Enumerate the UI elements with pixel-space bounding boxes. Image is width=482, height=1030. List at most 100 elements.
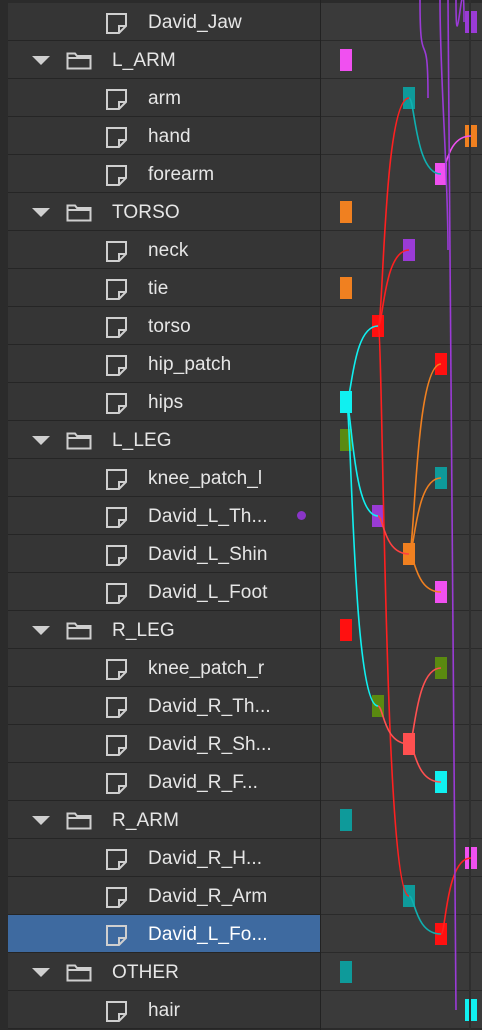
parent-pickwhip-box[interactable]	[435, 771, 447, 793]
layer-row[interactable]: forearm	[0, 155, 482, 193]
parent-pickwhip-box[interactable]	[340, 201, 352, 223]
layer-group-row[interactable]: OTHER	[0, 953, 482, 991]
parent-pickwhip-box[interactable]	[340, 49, 352, 71]
layer-name-cell[interactable]: neck	[8, 231, 320, 269]
layer-row[interactable]: arm	[0, 79, 482, 117]
parent-pickwhip-box[interactable]	[465, 125, 477, 147]
layer-name-cell[interactable]: David_R_Sh...	[8, 725, 320, 763]
layer-row[interactable]: David_R_Arm	[0, 877, 482, 915]
layer-name-cell[interactable]: knee_patch_l	[8, 459, 320, 497]
expand-triangle-icon[interactable]	[32, 968, 50, 977]
parent-pickwhip-box[interactable]	[340, 391, 352, 413]
timeline-cell[interactable]	[321, 915, 482, 953]
layer-name-cell[interactable]: David_R_H...	[8, 839, 320, 877]
layer-row[interactable]: knee_patch_l	[0, 459, 482, 497]
timeline-cell[interactable]	[321, 345, 482, 383]
parent-pickwhip-box[interactable]	[465, 11, 477, 33]
parent-pickwhip-box[interactable]	[435, 581, 447, 603]
expand-triangle-icon[interactable]	[32, 626, 50, 635]
parent-pickwhip-box[interactable]	[403, 239, 415, 261]
layer-name-cell[interactable]: David_R_Th...	[8, 687, 320, 725]
layer-name-cell[interactable]: R_LEG	[8, 611, 320, 649]
timeline-cell[interactable]	[321, 117, 482, 155]
layer-row[interactable]: David_L_Shin	[0, 535, 482, 573]
layer-row[interactable]: David_R_F...	[0, 763, 482, 801]
layer-row[interactable]: knee_patch_r	[0, 649, 482, 687]
timeline-cell[interactable]	[321, 3, 482, 41]
layer-row[interactable]: hips	[0, 383, 482, 421]
expand-triangle-icon[interactable]	[32, 56, 50, 65]
layer-name-cell[interactable]: hand	[8, 117, 320, 155]
timeline-cell[interactable]	[321, 573, 482, 611]
timeline-cell[interactable]	[321, 839, 482, 877]
layer-name-cell[interactable]: L_LEG	[8, 421, 320, 459]
parent-pickwhip-box[interactable]	[403, 733, 415, 755]
parent-pickwhip-box[interactable]	[403, 885, 415, 907]
timeline-cell[interactable]	[321, 459, 482, 497]
layer-name-cell[interactable]: David_L_Th...	[8, 497, 320, 535]
expand-triangle-icon[interactable]	[32, 816, 50, 825]
layer-name-cell[interactable]: tie	[8, 269, 320, 307]
parent-pickwhip-box[interactable]	[435, 467, 447, 489]
timeline-cell[interactable]	[321, 725, 482, 763]
layer-row[interactable]: David_Jaw	[0, 3, 482, 41]
timeline-cell[interactable]	[321, 687, 482, 725]
parent-pickwhip-box[interactable]	[435, 657, 447, 679]
timeline-cell[interactable]	[321, 79, 482, 117]
layer-name-cell[interactable]: TORSO	[8, 193, 320, 231]
timeline-cell[interactable]	[321, 649, 482, 687]
parent-pickwhip-box[interactable]	[403, 543, 415, 565]
layer-name-cell[interactable]: David_R_F...	[8, 763, 320, 801]
parent-pickwhip-box[interactable]	[435, 163, 447, 185]
layer-name-cell[interactable]: forearm	[8, 155, 320, 193]
layer-name-cell[interactable]: David_R_Arm	[8, 877, 320, 915]
timeline-cell[interactable]	[321, 877, 482, 915]
layer-name-cell[interactable]: David_L_Shin	[8, 535, 320, 573]
layer-row[interactable]: hip_patch	[0, 345, 482, 383]
layer-name-cell[interactable]: OTHER	[8, 953, 320, 991]
timeline-cell[interactable]	[321, 307, 482, 345]
layer-group-row[interactable]: TORSO	[0, 193, 482, 231]
expand-triangle-icon[interactable]	[32, 208, 50, 217]
layer-name-cell[interactable]: knee_patch_r	[8, 649, 320, 687]
layer-group-row[interactable]: L_LEG	[0, 421, 482, 459]
parent-pickwhip-box[interactable]	[372, 505, 384, 527]
parent-pickwhip-box[interactable]	[372, 695, 384, 717]
timeline-cell[interactable]	[321, 763, 482, 801]
layer-name-cell[interactable]: torso	[8, 307, 320, 345]
timeline-cell[interactable]	[321, 497, 482, 535]
layer-name-cell[interactable]: arm	[8, 79, 320, 117]
expand-triangle-icon[interactable]	[32, 436, 50, 445]
layer-name-cell[interactable]: L_ARM	[8, 41, 320, 79]
timeline-cell[interactable]	[321, 991, 482, 1029]
layer-group-row[interactable]: R_LEG	[0, 611, 482, 649]
layer-row[interactable]: David_L_Foot	[0, 573, 482, 611]
parent-pickwhip-box[interactable]	[465, 847, 477, 869]
layer-group-row[interactable]: L_ARM	[0, 41, 482, 79]
layer-row[interactable]: hand	[0, 117, 482, 155]
parent-pickwhip-box[interactable]	[465, 999, 477, 1021]
parent-pickwhip-box[interactable]	[340, 429, 352, 451]
layer-name-cell[interactable]: David_L_Fo...	[8, 915, 320, 953]
layer-name-cell[interactable]: hips	[8, 383, 320, 421]
parent-pickwhip-box[interactable]	[340, 277, 352, 299]
timeline-cell[interactable]	[321, 535, 482, 573]
layer-name-cell[interactable]: hip_patch	[8, 345, 320, 383]
layer-row[interactable]: David_R_H...	[0, 839, 482, 877]
parent-pickwhip-box[interactable]	[340, 961, 352, 983]
timeline-cell[interactable]	[321, 155, 482, 193]
parent-pickwhip-box[interactable]	[372, 315, 384, 337]
layer-name-cell[interactable]: R_ARM	[8, 801, 320, 839]
layer-row[interactable]: David_R_Th...	[0, 687, 482, 725]
layer-row[interactable]: David_L_Fo...	[0, 915, 482, 953]
parent-pickwhip-box[interactable]	[435, 353, 447, 375]
layer-group-row[interactable]: R_ARM	[0, 801, 482, 839]
parent-pickwhip-box[interactable]	[340, 619, 352, 641]
parent-pickwhip-box[interactable]	[435, 923, 447, 945]
layer-row[interactable]: David_R_Sh...	[0, 725, 482, 763]
parent-pickwhip-box[interactable]	[403, 87, 415, 109]
layer-row[interactable]: David_L_Th...	[0, 497, 482, 535]
layer-row[interactable]: torso	[0, 307, 482, 345]
layer-name-cell[interactable]: David_L_Foot	[8, 573, 320, 611]
layer-row[interactable]: hair	[0, 991, 482, 1029]
